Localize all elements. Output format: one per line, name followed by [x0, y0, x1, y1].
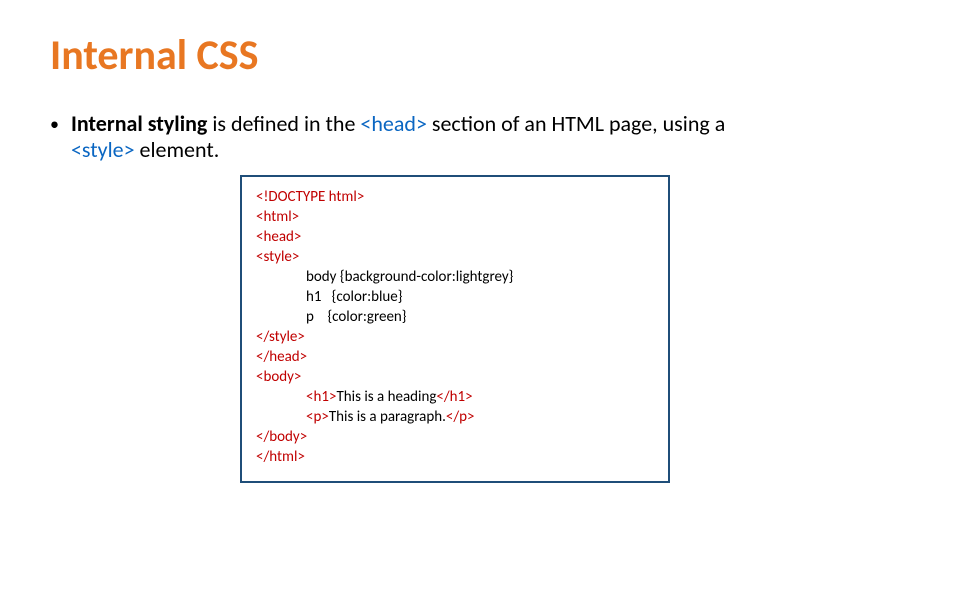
code-line: <head> — [256, 227, 654, 247]
h1-close-tag: </h1> — [436, 388, 472, 406]
code-line: p {color:green} — [256, 307, 654, 327]
h1-open-tag: <h1> — [306, 388, 336, 406]
bullet-seg-2: section of an HTML page, using a — [427, 110, 725, 137]
p-open-tag: <p> — [306, 408, 329, 426]
code-line: h1 {color:blue} — [256, 287, 654, 307]
bullet-seg-1: is defined in the — [207, 110, 360, 137]
code-line: </head> — [256, 347, 654, 367]
p-content: This is a paragraph. — [329, 408, 446, 426]
bullet-text: Internal styling is defined in the <head… — [71, 111, 725, 163]
head-tag-ref: <head> — [360, 110, 427, 137]
code-line: </body> — [256, 427, 654, 447]
code-line: <p>This is a paragraph.</p> — [256, 407, 654, 427]
code-line: </html> — [256, 447, 654, 467]
code-line: <style> — [256, 247, 654, 267]
code-line: <!DOCTYPE html> — [256, 187, 654, 207]
code-line: <html> — [256, 207, 654, 227]
bullet-bold: Internal styling — [71, 110, 207, 137]
code-line: <h1>This is a heading</h1> — [256, 387, 654, 407]
bullet-item: • Internal styling is defined in the <he… — [50, 111, 910, 163]
code-line: </style> — [256, 327, 654, 347]
slide-title: Internal CSS — [50, 30, 910, 81]
style-tag-ref: <style> — [71, 136, 135, 163]
p-close-tag: </p> — [446, 408, 475, 426]
bullet-seg-3: element. — [135, 136, 220, 163]
code-line: <body> — [256, 367, 654, 387]
h1-content: This is a heading — [336, 388, 436, 406]
code-line: body {background-color:lightgrey} — [256, 267, 654, 287]
bullet-marker: • — [50, 111, 59, 137]
code-example-box: <!DOCTYPE html> <html> <head> <style> bo… — [240, 175, 670, 483]
